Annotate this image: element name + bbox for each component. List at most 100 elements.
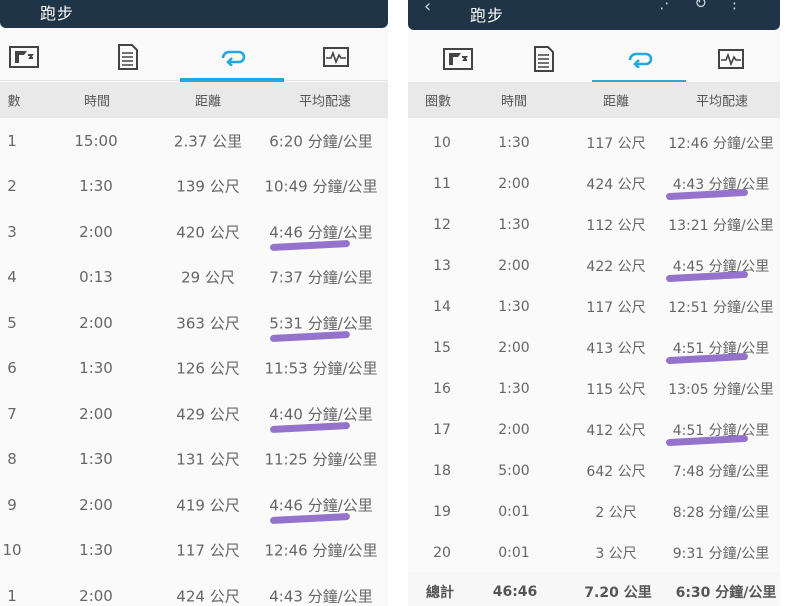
lap-distance: 3 公尺 [595,545,637,562]
lap-pace: 12:46 分鐘/公里 [668,135,774,152]
header-pace: 平均配速 [695,94,749,110]
tab-chart[interactable] [300,34,372,80]
lap-distance: 117 公尺 [176,541,240,560]
app-title: 跑步 [40,4,75,23]
lap-row[interactable]: 1 15:00 2.37 公里 6:20 分鐘/公里 [0,118,388,165]
lap-lap: 16 [433,380,451,397]
lap-time: 0:01 [498,544,530,561]
lap-row[interactable]: 17 2:00 412 公尺 4:51 分鐘/公里 [408,409,780,451]
lap-lap: 1 [7,586,17,605]
lap-row[interactable]: 16 1:30 115 公尺 13:05 分鐘/公里 [408,368,780,410]
lap-pace: 5:31 分鐘/公里 [269,314,373,333]
lap-distance: 424 公尺 [176,587,240,606]
flag-icon [9,46,39,68]
tab-summary[interactable] [428,36,488,82]
lap-pace: 13:05 分鐘/公里 [668,381,774,398]
back-icon[interactable]: ‹ [424,0,431,17]
lap-row[interactable]: 19 0:01 2 公尺 8:28 分鐘/公里 [408,491,780,533]
lap-row[interactable]: 9 2:00 419 公尺 4:46 分鐘/公里 [0,482,388,529]
lap-row[interactable]: 13 2:00 422 公尺 4:45 分鐘/公里 [408,245,780,287]
lap-time: 1:30 [79,177,113,196]
tab-summary[interactable] [0,34,48,80]
lap-row[interactable]: 3 2:00 420 公尺 4:46 分鐘/公里 [0,209,388,256]
lap-pace: 11:25 分鐘/公里 [264,450,378,469]
tab-details[interactable] [508,36,580,82]
lap-pace: 10:49 分鐘/公里 [264,177,378,196]
lap-row[interactable]: 10 1:30 117 公尺 12:46 分鐘/公里 [408,122,780,164]
tab-bar [408,36,780,84]
lap-row[interactable]: 11 2:00 424 公尺 4:43 分鐘/公里 [408,163,780,205]
lap-pace: 12:51 分鐘/公里 [668,299,774,316]
lap-lap: 12 [433,216,451,233]
header-lap: 數 [7,94,21,110]
lap-time: 2:00 [498,339,530,356]
lap-time: 2:00 [79,313,113,332]
lap-distance: 642 公尺 [586,463,646,480]
header-time: 時間 [500,94,528,110]
lap-lap: 18 [433,462,451,479]
lap-row[interactable]: 15 2:00 413 公尺 4:51 分鐘/公里 [408,327,780,369]
lap-pace: 4:43 分鐘/公里 [269,587,373,606]
lap-row[interactable]: 14 1:30 117 公尺 12:51 分鐘/公里 [408,286,780,328]
lap-distance: 419 公尺 [176,496,240,515]
total-label: 總計 [426,585,454,601]
lap-distance: 413 公尺 [586,340,646,357]
lap-pace: 13:21 分鐘/公里 [668,217,774,234]
lap-row[interactable]: 1 2:00 424 公尺 4:43 分鐘/公里 [0,573,388,606]
lap-pace: 7:48 分鐘/公里 [672,463,770,480]
lap-distance: 2.37 公里 [173,132,243,151]
tab-laps[interactable] [180,34,284,82]
header-pace: 平均配速 [298,94,352,110]
tab-details[interactable] [88,34,168,80]
lap-row[interactable]: 18 5:00 642 公尺 7:48 分鐘/公里 [408,450,780,492]
lap-time: 15:00 [74,131,118,150]
lap-distance: 112 公尺 [586,217,646,234]
lap-time: 0:01 [498,503,530,520]
header-time: 時間 [83,94,111,110]
lap-lap: 8 [7,450,17,469]
lap-lap: 11 [433,175,451,192]
total-distance: 7.20 公里 [584,585,652,601]
lap-distance: 115 公尺 [586,381,646,398]
lap-row[interactable]: 4 0:13 29 公尺 7:37 分鐘/公里 [0,254,388,301]
lap-time: 1:30 [79,450,113,469]
lap-row[interactable]: 10 1:30 117 公尺 12:46 分鐘/公里 [0,527,388,574]
chart-icon [323,47,349,67]
lap-pace: 4:46 分鐘/公里 [269,496,373,515]
lap-time: 1:30 [79,359,113,378]
lap-lap: 2 [7,177,17,196]
lap-row[interactable]: 6 1:30 126 公尺 11:53 分鐘/公里 [0,345,388,392]
lap-time: 1:30 [498,380,530,397]
laps-icon [221,50,246,66]
lap-row[interactable]: 20 0:01 3 公尺 9:31 分鐘/公里 [408,532,780,574]
document-icon [534,46,554,72]
tab-laps[interactable] [592,36,686,84]
header-lap: 圈數 [424,94,452,110]
lap-time: 2:00 [498,421,530,438]
chart-icon [718,49,744,69]
lap-lap: 19 [433,503,451,520]
action-icons[interactable]: ⋰↻⋮ [659,0,762,12]
lap-lap: 14 [433,298,451,315]
lap-row[interactable]: 12 1:30 112 公尺 13:21 分鐘/公里 [408,204,780,246]
lap-row[interactable]: 8 1:30 131 公尺 11:25 分鐘/公里 [0,436,388,483]
lap-distance: 429 公尺 [176,405,240,424]
lap-distance: 117 公尺 [586,299,646,316]
lap-time: 2:00 [79,222,113,241]
lap-row[interactable]: 2 1:30 139 公尺 10:49 分鐘/公里 [0,163,388,210]
tab-chart[interactable] [698,36,764,82]
lap-lap: 20 [433,544,451,561]
lap-row[interactable]: 7 2:00 429 公尺 4:40 分鐘/公里 [0,391,388,438]
header-distance: 距離 [602,94,630,110]
lap-time: 0:13 [79,268,113,287]
lap-distance: 424 公尺 [586,176,646,193]
lap-time: 5:00 [498,462,530,479]
lap-lap: 17 [433,421,451,438]
lap-lap: 10 [2,541,22,560]
lap-lap: 3 [7,222,17,241]
lap-lap: 9 [7,495,17,514]
lap-time: 1:30 [79,541,113,560]
lap-lap: 13 [433,257,451,274]
lap-row[interactable]: 5 2:00 363 公尺 5:31 分鐘/公里 [0,300,388,347]
lap-pace: 11:53 分鐘/公里 [264,359,378,378]
